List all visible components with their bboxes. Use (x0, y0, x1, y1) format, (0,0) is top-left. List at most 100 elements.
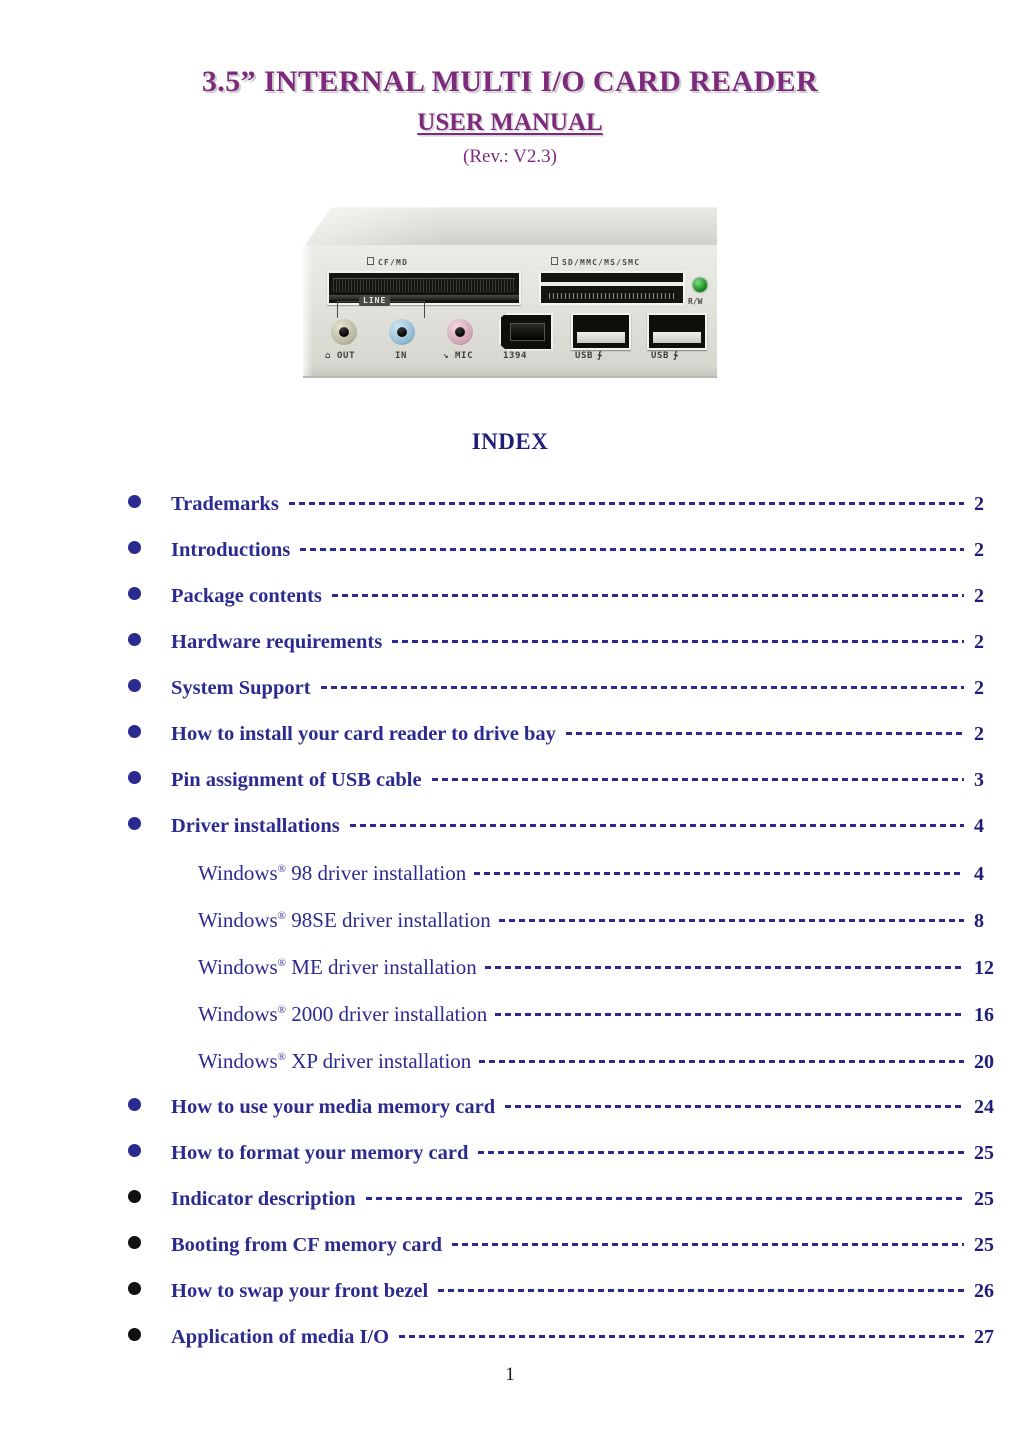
toc-entry-label: Booting from CF memory card (171, 1233, 442, 1256)
toc-entry-page-number: 24 (974, 1095, 994, 1118)
toc-entry[interactable]: Windows® ME driver installation 12 (0, 955, 1020, 985)
product-image: CF/MD SD/MMC/MS/SMC R/W LINE ⌂ OUT IN ↘ … (285, 201, 735, 383)
toc-leader-dots (365, 1196, 964, 1200)
bullet-icon (128, 540, 141, 554)
toc-entry-page-number: 20 (974, 1050, 994, 1073)
bullet-icon (128, 1281, 141, 1295)
line-in-jack (389, 318, 415, 345)
toc-entry-page-number: 2 (974, 630, 984, 653)
mic-label: ↘ MIC (443, 350, 474, 361)
toc-entry[interactable]: Package contents 2 (0, 585, 1020, 611)
bullet-icon (128, 678, 141, 692)
toc-leader-dots (452, 1242, 964, 1246)
toc-leader-dots (300, 547, 964, 551)
toc-entry-page-number: 2 (974, 584, 984, 607)
registered-trademark-icon: ® (277, 956, 287, 969)
registered-trademark-icon: ® (277, 1050, 287, 1063)
toc-entry-label: Pin assignment of USB cable (171, 768, 422, 791)
firewire-1394-label: 1394 (503, 350, 528, 361)
toc-entry[interactable]: Trademarks 2 (0, 493, 1020, 519)
usb-symbol-icon: ∱ (597, 350, 603, 361)
toc-entry-page-number: 4 (974, 862, 984, 885)
bullet-icon (128, 1327, 141, 1341)
toc-entry[interactable]: System Support 2 (0, 677, 1020, 703)
toc-entry[interactable]: Hardware requirements 2 (0, 631, 1020, 657)
registered-trademark-icon: ® (277, 1003, 287, 1016)
toc-leader-dots (399, 1334, 964, 1338)
table-of-contents: Trademarks 2 Introductions 2 Package content… (0, 493, 1020, 1352)
toc-entry-label: Introductions (171, 538, 291, 561)
toc-leader-dots (478, 1150, 964, 1154)
bullet-icon (128, 586, 141, 600)
bullet-icon (128, 724, 141, 738)
toc-entry-label: Windows® 2000 driver installation (198, 1001, 488, 1026)
toc-entry-label: Driver installations (171, 814, 340, 837)
toc-entry-label: How to use your media memory card (171, 1095, 496, 1118)
index-heading: INDEX (471, 428, 549, 454)
toc-entry[interactable]: Windows® XP driver installation 20 (0, 1049, 1020, 1079)
registered-trademark-icon: ® (277, 862, 287, 875)
toc-entry[interactable]: How to use your media memory card 24 (0, 1096, 1020, 1122)
toc-entry-label: Application of media I/O (171, 1325, 390, 1348)
line-in-label: IN (395, 350, 408, 361)
toc-entry-page-number: 26 (974, 1279, 994, 1302)
toc-entry-page-number: 16 (974, 1003, 994, 1026)
toc-leader-dots (479, 1059, 964, 1063)
toc-entry[interactable]: How to install your card reader to drive… (0, 723, 1020, 749)
page-title: 3.5” INTERNAL MULTI I/O CARD READER (201, 65, 819, 98)
read-write-led-label: R/W (688, 296, 703, 306)
toc-entry[interactable]: Introductions 2 (0, 539, 1020, 565)
bullet-icon (128, 1235, 141, 1249)
toc-entry-page-number: 4 (974, 814, 984, 837)
bullet-icon (128, 1189, 141, 1203)
cf-md-card-slot (327, 270, 521, 305)
toc-entry-page-number: 2 (974, 722, 984, 745)
toc-entry[interactable]: Driver installations 4 (0, 815, 1020, 841)
toc-entry-label: System Support (171, 676, 311, 699)
bullet-icon (128, 1097, 141, 1111)
toc-entry[interactable]: Windows® 2000 driver installation 16 (0, 1002, 1020, 1032)
toc-entry-page-number: 25 (974, 1187, 994, 1210)
toc-leader-dots (565, 731, 964, 735)
card-reader-device: CF/MD SD/MMC/MS/SMC R/W LINE ⌂ OUT IN ↘ … (303, 206, 717, 379)
bullet-icon (128, 494, 141, 508)
toc-entry-label: How to swap your front bezel (171, 1279, 429, 1302)
toc-entry-label: Windows® ME driver installation (198, 954, 477, 979)
toc-leader-dots (431, 777, 964, 781)
title-block: 3.5” INTERNAL MULTI I/O CARD READER USER… (0, 0, 1020, 168)
toc-entry-page-number: 25 (974, 1233, 994, 1256)
toc-entry-page-number: 8 (974, 909, 984, 932)
toc-entry[interactable]: Application of media I/O 27 (0, 1326, 1020, 1352)
toc-entry-page-number: 2 (974, 538, 984, 561)
toc-entry[interactable]: Booting from CF memory card 25 (0, 1234, 1020, 1260)
toc-entry[interactable]: How to swap your front bezel 26 (0, 1280, 1020, 1306)
toc-entry-label: Windows® 98 driver installation (198, 860, 467, 885)
firewire-1394-port (499, 312, 553, 351)
cf-slot-lip (329, 294, 519, 300)
bullet-icon (128, 1143, 141, 1157)
toc-entry-page-number: 3 (974, 768, 984, 791)
toc-leader-dots (484, 965, 964, 969)
read-write-led-icon (693, 277, 707, 292)
cf-md-slot-label: CF/MD (367, 256, 408, 267)
toc-entry[interactable]: Windows® 98 driver installation 4 (0, 861, 1020, 891)
bullet-icon (128, 632, 141, 646)
toc-entry[interactable]: Windows® 98SE driver installation 8 (0, 908, 1020, 938)
toc-entry-page-number: 25 (974, 1141, 994, 1164)
sd-mmc-ms-smc-slot-label: SD/MMC/MS/SMC (551, 256, 640, 267)
toc-entry-page-number: 12 (974, 956, 994, 979)
toc-leader-dots (495, 1012, 964, 1016)
cf-slot-pins (333, 277, 515, 292)
toc-entry[interactable]: Indicator description 25 (0, 1188, 1020, 1214)
toc-leader-dots (331, 593, 964, 597)
toc-entry-page-number: 27 (974, 1325, 994, 1348)
toc-entry[interactable]: How to format your memory card 25 (0, 1142, 1020, 1168)
toc-leader-dots (320, 685, 964, 689)
device-top-highlight (303, 206, 717, 247)
toc-leader-dots (288, 501, 964, 505)
sd-mmc-ms-smc-card-slot (539, 270, 685, 305)
usb-symbol-icon: ∱ (673, 350, 679, 361)
headphone-out-label: ⌂ OUT (325, 350, 356, 361)
toc-entry[interactable]: Pin assignment of USB cable 3 (0, 769, 1020, 795)
usb-port-2-label: USB ∱ (651, 350, 679, 361)
